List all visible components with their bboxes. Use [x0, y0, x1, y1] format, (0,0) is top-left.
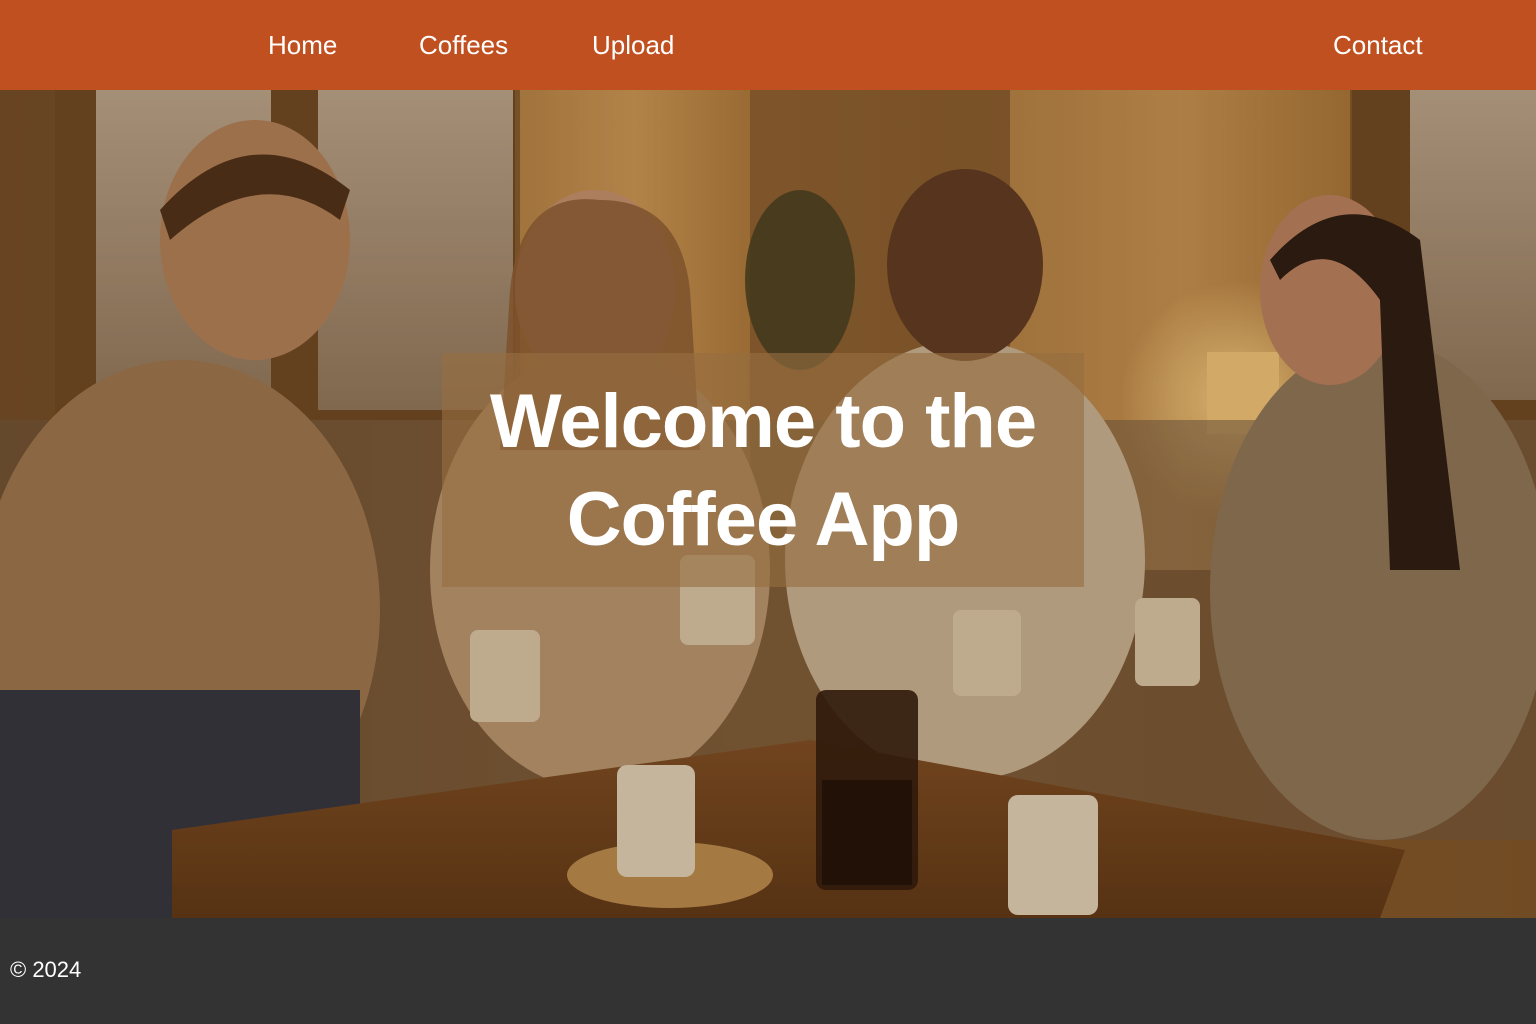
nav-link-contact[interactable]: Contact	[1333, 28, 1423, 62]
hero-title-line-2: Coffee App	[566, 477, 960, 562]
hero-title-line-1: Welcome to the	[489, 379, 1037, 464]
nav-link-upload[interactable]: Upload	[592, 28, 674, 62]
nav-link-home[interactable]: Home	[268, 28, 337, 62]
page-footer: © 2024	[0, 918, 1536, 1024]
hero-title: Welcome to the Coffee App	[442, 373, 1084, 569]
hero-section: Welcome to the Coffee App	[0, 90, 1536, 918]
hero-title-box: Welcome to the Coffee App	[442, 353, 1084, 587]
nav-link-coffees[interactable]: Coffees	[419, 28, 508, 62]
copyright-text: © 2024	[10, 957, 82, 982]
top-navbar: Home Coffees Upload Contact	[0, 0, 1536, 90]
